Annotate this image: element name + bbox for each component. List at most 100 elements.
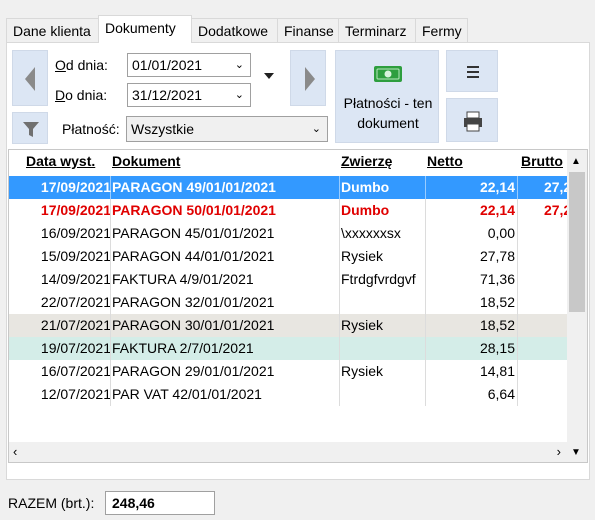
cell-date: 22/07/2021 [40, 294, 111, 310]
scroll-right-icon[interactable]: › [557, 444, 561, 459]
table-row[interactable]: 15/09/2021 PARAGON 44/01/01/2021 Rysiek 27,… [9, 245, 567, 268]
column-divider [517, 176, 518, 199]
scroll-up-icon[interactable]: ▲ [571, 156, 581, 167]
column-divider [339, 268, 340, 291]
table-row[interactable]: 21/07/2021 PARAGON 30/01/01/2021 Rysiek 18,… [9, 314, 567, 337]
vertical-scrollbar[interactable]: ▲ ▼ [567, 150, 587, 462]
column-divider [517, 268, 518, 291]
cell-net: 22,14 [479, 179, 515, 195]
tab-finanse[interactable]: Finanse [277, 18, 339, 42]
cell-document: PARAGON 49/01/01/2021 [112, 179, 276, 195]
cell-document: FAKTURA 2/7/01/2021 [112, 340, 254, 356]
summary-value: 248,46 [105, 491, 215, 515]
horizontal-scrollbar[interactable]: ‹ › [9, 442, 567, 462]
column-divider [425, 245, 426, 268]
payments-button-label-2: dokument [357, 115, 419, 131]
cell-document: PARAGON 50/01/01/2021 [112, 202, 276, 218]
table-row[interactable]: 16/07/2021 PARAGON 29/01/01/2021 Rysiek 14,… [9, 360, 567, 383]
cell-document: PARAGON 44/01/01/2021 [112, 248, 275, 264]
cell-net: 27,78 [479, 248, 515, 264]
next-period-button[interactable] [290, 50, 326, 106]
column-divider [110, 291, 111, 314]
column-divider [110, 176, 111, 199]
column-divider [110, 245, 111, 268]
previous-period-button[interactable] [12, 50, 48, 106]
cell-date: 19/07/2021 [40, 340, 111, 356]
printer-icon [464, 111, 482, 132]
cell-date: 15/09/2021 [40, 248, 111, 264]
table-row[interactable]: 16/09/2021 PARAGON 45/01/01/2021 \xxxxxxsx… [9, 222, 567, 245]
column-divider [425, 268, 426, 291]
cell-date: 17/09/2021 [40, 179, 111, 195]
print-button[interactable] [446, 98, 498, 142]
column-divider [110, 199, 111, 222]
period-dropdown-icon[interactable] [264, 73, 274, 79]
chevron-right-icon [305, 67, 315, 91]
cell-net: 71,36 [479, 271, 515, 287]
scroll-down-icon[interactable]: ▼ [571, 447, 581, 458]
filter-button[interactable] [12, 112, 48, 144]
menu-button[interactable] [446, 50, 498, 92]
tab-dokumenty[interactable]: Dokumenty [98, 15, 192, 43]
column-divider [425, 291, 426, 314]
table-row[interactable]: 22/07/2021 PARAGON 32/01/01/2021 18,52 [9, 291, 567, 314]
do-dnia-date-field[interactable]: 31/12/2021 ⌄ [127, 83, 251, 107]
table-row[interactable]: 12/07/2021 PAR VAT 42/01/01/2021 6,64 [9, 383, 567, 406]
column-divider [425, 360, 426, 383]
tab-dodatkowe[interactable]: Dodatkowe [191, 18, 278, 42]
do-dnia-label: Do dnia: [55, 87, 108, 103]
tab-dane-klienta[interactable]: Dane klienta [6, 18, 99, 42]
table-row[interactable]: 17/09/2021 PARAGON 49/01/01/2021 Dumbo 22,1… [9, 176, 579, 199]
cell-date: 17/09/2021 [40, 202, 111, 218]
column-divider [425, 337, 426, 360]
tab-terminarz[interactable]: Terminarz [338, 18, 416, 42]
column-header-gross[interactable]: Brutto [521, 153, 563, 169]
column-divider [517, 314, 518, 337]
column-divider [425, 383, 426, 406]
column-header-animal[interactable]: Zwierzę [341, 153, 392, 169]
platnosc-value: Wszystkie [131, 121, 194, 137]
cell-date: 16/07/2021 [40, 363, 111, 379]
column-header-net[interactable]: Netto [427, 153, 463, 169]
table-row[interactable]: 14/09/2021 FAKTURA 4/9/01/2021 Ftrdgfvrdgv… [9, 268, 567, 291]
column-divider [425, 176, 426, 199]
column-divider [110, 337, 111, 360]
column-divider [425, 199, 426, 222]
column-header-date[interactable]: Data wyst. [26, 153, 95, 169]
documents-table[interactable]: Data wyst. Dokument Zwierzę Netto Brutto… [8, 149, 588, 463]
cell-date: 12/07/2021 [40, 386, 111, 402]
column-divider [517, 199, 518, 222]
cell-animal: Rysiek [341, 363, 384, 379]
column-divider [339, 360, 340, 383]
scroll-left-icon[interactable]: ‹ [13, 444, 17, 459]
column-divider [517, 291, 518, 314]
table-row[interactable]: 17/09/2021 PARAGON 50/01/01/2021 Dumbo 22,1… [9, 199, 579, 222]
menu-icon [467, 66, 479, 78]
payments-document-button[interactable]: Płatności - ten dokument [335, 50, 439, 143]
tab-fermy[interactable]: Fermy [415, 18, 468, 42]
platnosc-label: Płatność: [62, 121, 120, 137]
platnosc-select[interactable]: Wszystkie ⌄ [126, 116, 328, 142]
column-divider [339, 222, 340, 245]
column-divider [110, 360, 111, 383]
od-dnia-date-field[interactable]: 01/01/2021 ⌄ [127, 53, 251, 77]
cell-net: 14,81 [479, 363, 515, 379]
chevron-down-icon[interactable]: ⌄ [235, 54, 244, 76]
summary-label: RAZEM (brt.): [8, 495, 95, 511]
table-row[interactable]: 19/07/2021 FAKTURA 2/7/01/2021 28,15 [9, 337, 567, 360]
chevron-down-icon[interactable]: ⌄ [235, 84, 244, 106]
column-header-document[interactable]: Dokument [112, 153, 180, 169]
column-divider [339, 383, 340, 406]
cell-date: 21/07/2021 [40, 317, 111, 333]
cell-document: FAKTURA 4/9/01/2021 [112, 271, 254, 287]
cell-net: 6,64 [487, 386, 515, 402]
horizontal-scrollbar-track [29, 447, 39, 457]
chevron-left-icon [25, 67, 35, 91]
vertical-scrollbar-thumb[interactable] [569, 172, 585, 312]
od-dnia-value: 01/01/2021 [132, 57, 203, 73]
cell-animal: Rysiek [341, 317, 384, 333]
do-dnia-value: 31/12/2021 [132, 87, 203, 103]
cell-animal: Rysiek [341, 248, 384, 264]
cell-animal: Ftrdgfvrdgvf [341, 271, 416, 287]
cell-net: 0,00 [487, 225, 515, 241]
